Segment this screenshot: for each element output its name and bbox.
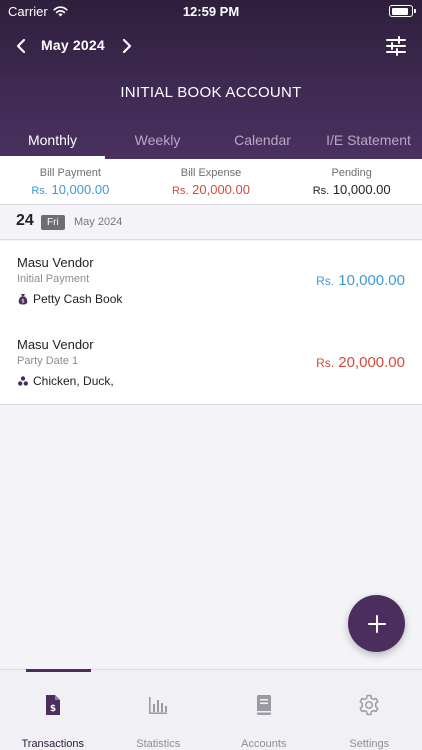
battery-fill (391, 7, 408, 15)
tab-weekly[interactable]: Weekly (105, 120, 210, 159)
transaction-amount: Rs. 20,000.00 (316, 354, 405, 371)
current-month[interactable]: May 2024 (41, 37, 105, 53)
weekday-badge: Fri (41, 215, 65, 230)
amount-value: 10,000.00 (338, 272, 405, 289)
summary-amount: 20,000.00 (192, 181, 250, 197)
summary-value: Rs. 20,000.00 (172, 182, 250, 197)
summary-value: Rs. 10,000.00 (31, 182, 109, 197)
plus-icon (367, 614, 386, 633)
chevron-left-icon[interactable] (12, 36, 32, 56)
summary-value: Rs. 10,000.00 (313, 182, 391, 197)
nav-label: Transactions (21, 738, 85, 750)
book-label: Petty Cash Book (33, 292, 123, 306)
category-label: Chicken, Duck, (33, 374, 114, 388)
filter-sliders-icon[interactable] (384, 34, 408, 58)
bottom-tab-bar: $ Transactions Statistics Accounts Setti… (0, 669, 422, 750)
nav-accounts[interactable]: Accounts (211, 670, 317, 750)
amount-value: 20,000.00 (338, 354, 405, 371)
status-bar: Carrier 12:59 PM (0, 0, 422, 24)
summary-amount: 10,000.00 (332, 181, 391, 197)
currency-label: Rs. (316, 274, 335, 288)
svg-text:$: $ (21, 299, 25, 305)
nav-transactions[interactable]: $ Transactions (0, 669, 106, 750)
summary-bill-expense: Bill Expense Rs. 20,000.00 (141, 159, 282, 204)
transaction-note: Initial Payment (17, 273, 90, 285)
transaction-row[interactable]: Masu Vendor Party Date 1 Chicken, Duck, … (0, 323, 422, 405)
money-bag-icon: $ (18, 294, 28, 305)
date-day: 24 (16, 212, 34, 229)
summary-bill-payment: Bill Payment Rs. 10,000.00 (0, 159, 141, 204)
month-navigator: May 2024 (0, 30, 422, 62)
nav-label: Settings (349, 738, 390, 750)
account-title: INITIAL BOOK ACCOUNT (120, 84, 302, 101)
currency-label: Rs. (31, 184, 48, 197)
book-icon (256, 695, 271, 715)
gear-icon (359, 694, 379, 716)
transaction-vendor: Masu Vendor (17, 255, 94, 270)
summary-label: Bill Expense (180, 166, 242, 179)
currency-label: Rs. (312, 184, 330, 197)
add-transaction-button[interactable] (348, 595, 405, 652)
items-cluster-icon (18, 376, 28, 386)
transaction-category: Chicken, Duck, (17, 374, 114, 388)
nav-statistics[interactable]: Statistics (106, 670, 212, 750)
svg-text:$: $ (50, 704, 56, 714)
currency-label: Rs. (316, 356, 335, 370)
summary-pending: Pending Rs. 10,000.00 (281, 159, 422, 204)
date-month-year: May 2024 (74, 216, 123, 228)
transaction-row[interactable]: Masu Vendor Initial Payment $ Petty Cash… (0, 241, 422, 323)
tab-monthly[interactable]: Monthly (0, 120, 105, 159)
nav-label: Statistics (136, 738, 181, 750)
summary-bar: Bill Payment Rs. 10,000.00 Bill Expense … (0, 159, 422, 205)
bar-chart-icon (149, 697, 168, 714)
nav-label: Accounts (241, 738, 287, 750)
invoice-icon: $ (45, 695, 60, 715)
nav-settings[interactable]: Settings (317, 670, 422, 750)
status-time: 12:59 PM (182, 4, 240, 19)
transaction-book: $ Petty Cash Book (17, 292, 122, 306)
app-header: Carrier 12:59 PM May 2024 INITIAL BOOK A… (0, 0, 422, 159)
date-group-header: 24 Fri May 2024 (0, 205, 422, 240)
summary-amount: 10,000.00 (51, 181, 110, 197)
currency-label: Rs. (172, 184, 189, 197)
tab-calendar[interactable]: Calendar (210, 120, 315, 159)
period-tabs: Monthly Weekly Calendar I/E Statement (0, 120, 422, 159)
summary-label: Pending (331, 166, 372, 179)
battery-icon (389, 5, 416, 17)
transaction-note: Party Date 1 (17, 355, 79, 367)
transaction-amount: Rs. 10,000.00 (316, 272, 405, 289)
chevron-right-icon[interactable] (116, 36, 136, 56)
tab-ie-statement[interactable]: I/E Statement (315, 120, 422, 159)
transaction-vendor: Masu Vendor (17, 337, 94, 352)
summary-label: Bill Payment (39, 166, 101, 179)
